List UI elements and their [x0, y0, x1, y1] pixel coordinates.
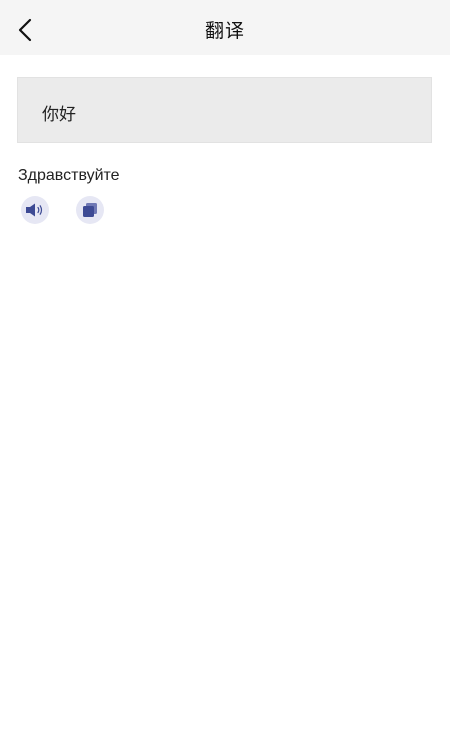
- speak-button[interactable]: [21, 196, 49, 224]
- translation-result: Здравствуйте: [18, 167, 120, 184]
- source-text: 你好: [42, 105, 76, 125]
- translation-screen: 翻译 你好 Здравствуйте: [0, 0, 450, 750]
- speaker-icon: [26, 203, 43, 217]
- copy-button[interactable]: [76, 196, 104, 224]
- copy-icon: [83, 203, 97, 217]
- nav-bar: 翻译: [0, 0, 450, 55]
- page-title: 翻译: [204, 20, 245, 42]
- source-text-box: 你好: [17, 77, 432, 143]
